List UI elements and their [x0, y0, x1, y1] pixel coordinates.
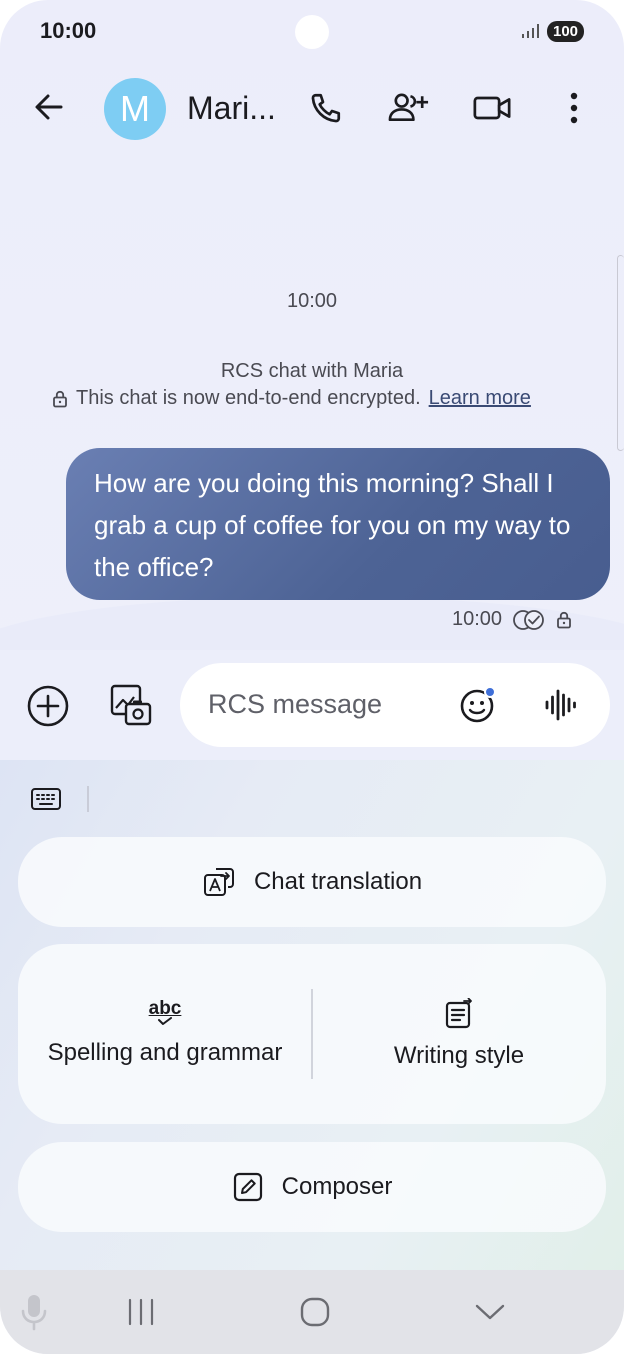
- conversation-timestamp: 10:00: [286, 290, 338, 312]
- encryption-text: This chat is now end-to-end encrypted.: [76, 387, 421, 409]
- back-button[interactable]: [26, 84, 72, 130]
- conversation-header: M Mari...: [0, 70, 624, 150]
- encryption-notice: This chat is now end-to-end encrypted. L…: [52, 387, 531, 410]
- home-button[interactable]: [296, 1294, 334, 1330]
- message-meta: 10:00: [452, 608, 572, 631]
- battery-icon: 100: [547, 21, 584, 42]
- translate-icon: [203, 868, 234, 896]
- nav-back-button[interactable]: [470, 1296, 510, 1328]
- waveform-icon: [545, 689, 576, 721]
- rcs-info-text: RCS chat with Maria: [220, 360, 404, 382]
- read-receipt-icon: [513, 609, 544, 630]
- attach-button[interactable]: [26, 684, 70, 728]
- arrow-left-icon: [35, 94, 63, 120]
- composer-label: Composer: [281, 1173, 393, 1200]
- outgoing-message-bubble[interactable]: How are you doing this morning? Shall I …: [66, 448, 610, 600]
- gallery-camera-button[interactable]: [108, 682, 154, 728]
- contact-name[interactable]: Mari...: [187, 90, 276, 127]
- writing-style-icon: [445, 998, 472, 1029]
- emoji-icon: [460, 686, 496, 723]
- gallery-camera-icon: [110, 684, 152, 726]
- call-button[interactable]: [304, 86, 348, 130]
- chat-translation-label: Chat translation: [253, 868, 423, 895]
- status-bar: 10:00 100: [0, 0, 624, 64]
- add-participant-button[interactable]: [386, 86, 432, 130]
- edge-panel-handle[interactable]: [617, 255, 624, 451]
- chat-translation-button[interactable]: Chat translation: [18, 837, 606, 927]
- voice-input-button[interactable]: [538, 682, 584, 728]
- composer-bar: RCS message: [0, 650, 624, 760]
- phone-screen: 10:00 100 M Mari... 10:00 RCS chat with …: [0, 0, 624, 1354]
- lock-icon: [557, 611, 571, 628]
- message-placeholder: RCS message: [208, 689, 383, 719]
- add-circle-icon: [27, 685, 69, 727]
- correction-options-card: abc Spelling and grammar Writing style: [18, 944, 606, 1124]
- video-call-button[interactable]: [470, 86, 514, 130]
- more-options-button[interactable]: [556, 86, 592, 130]
- composer-button[interactable]: Composer: [18, 1142, 606, 1232]
- emoji-button[interactable]: [456, 682, 502, 728]
- more-vertical-icon: [570, 92, 578, 124]
- writing-style-button[interactable]: Writing style: [312, 944, 606, 1124]
- writing-style-label: Writing style: [393, 1042, 525, 1069]
- contact-avatar[interactable]: M: [104, 78, 166, 140]
- lock-icon: [53, 390, 67, 407]
- phone-icon: [311, 93, 341, 123]
- message-input[interactable]: RCS message: [180, 663, 610, 747]
- spelling-grammar-label: Spelling and grammar: [47, 1039, 283, 1066]
- edit-icon: [233, 1172, 262, 1202]
- recent-apps-button[interactable]: [122, 1294, 160, 1330]
- spelling-grammar-button[interactable]: abc Spelling and grammar: [18, 944, 312, 1124]
- keyboard-icon: [31, 788, 61, 810]
- message-time: 10:00: [452, 608, 503, 630]
- spelling-check-icon: abc: [149, 999, 181, 1027]
- camera-cutout: [295, 15, 329, 49]
- chevron-down-icon: [475, 1304, 505, 1320]
- home-icon: [300, 1297, 330, 1327]
- navigation-bar: [0, 1270, 624, 1354]
- learn-more-link[interactable]: Learn more: [429, 387, 531, 410]
- voice-assistant-button[interactable]: [16, 1292, 52, 1332]
- message-text: How are you doing this morning? Shall I …: [94, 468, 571, 582]
- signal-icon: [522, 24, 539, 38]
- add-person-icon: [388, 93, 429, 122]
- video-camera-icon: [473, 96, 511, 120]
- status-time: 10:00: [40, 18, 97, 43]
- recents-icon: [128, 1298, 154, 1326]
- keyboard-toggle-button[interactable]: [28, 784, 64, 814]
- toolbar-divider: [87, 786, 89, 812]
- writing-assist-panel: Chat translation abc Spelling and gramma…: [0, 760, 624, 1270]
- microphone-icon: [21, 1295, 47, 1331]
